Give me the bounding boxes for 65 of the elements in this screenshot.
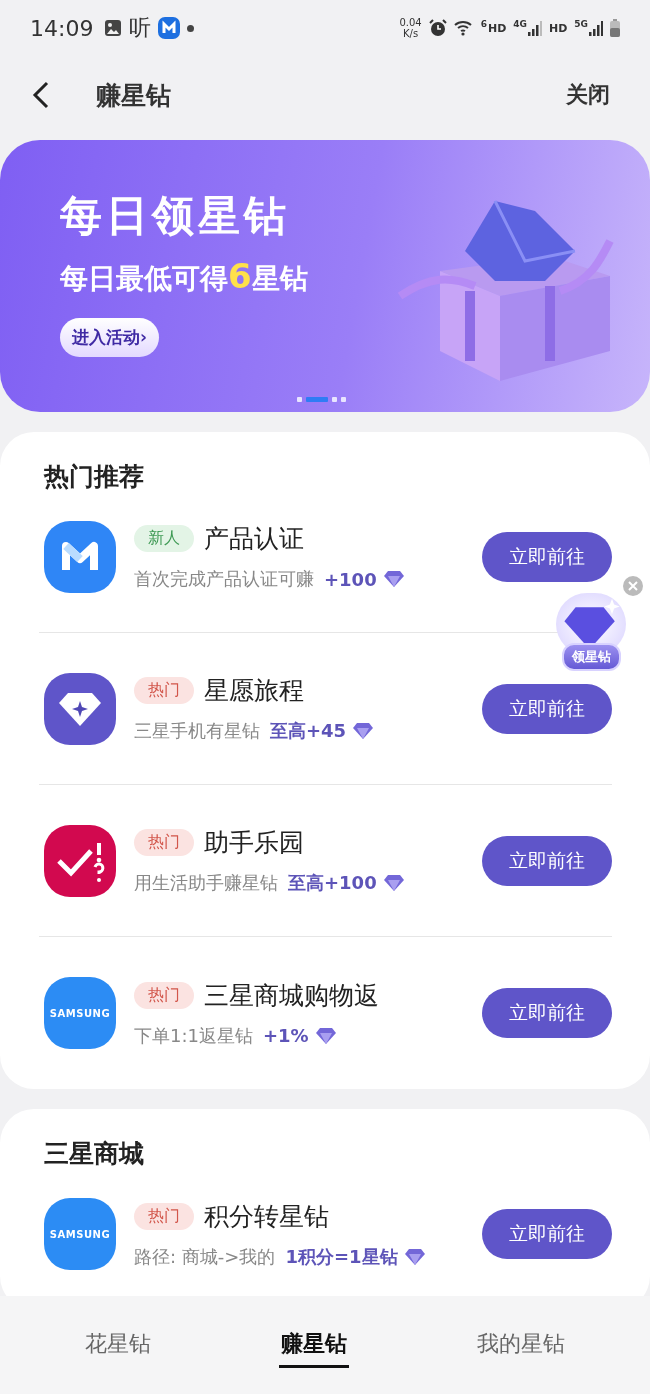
task-description: 三星手机有星钻 (134, 719, 260, 743)
app-glyph: 听 (129, 14, 152, 42)
tag-badge: 热门 (134, 981, 194, 1009)
alarm-icon (428, 19, 447, 37)
tag-badge: 热门 (134, 1202, 194, 1230)
status-time: 14:09 (30, 15, 94, 41)
diamond-icon (382, 874, 405, 892)
battery-icon (610, 19, 620, 37)
promo-banner[interactable]: 每日领星钻 每日最低可得6星钻 进入活动› (0, 140, 650, 412)
app-icon: SAMSUNG (44, 1198, 116, 1270)
notification-dot-icon (187, 24, 195, 32)
diamond-icon (352, 722, 375, 740)
bottom-tab[interactable]: 花星钻 (83, 1322, 153, 1368)
page-title: 赚星钻 (96, 79, 172, 112)
reward-amount: +100 (324, 568, 377, 590)
task-title: 积分转星钻 (204, 1200, 329, 1233)
task-description: 首次完成产品认证可赚 (134, 567, 314, 591)
image-icon (104, 19, 123, 37)
back-icon[interactable] (32, 81, 50, 109)
banner-subtitle: 每日最低可得6星钻 (60, 255, 308, 298)
banner-title: 每日领星钻 (60, 189, 290, 242)
wifi-speed-label: 6 (480, 19, 487, 29)
app-icon (44, 520, 116, 593)
task-title: 产品认证 (204, 523, 304, 555)
go-button[interactable]: 立即前往 (482, 1209, 612, 1259)
network-label: 4G (513, 19, 527, 29)
close-icon[interactable] (623, 576, 643, 596)
bottom-tab[interactable]: 赚星钻 (279, 1322, 349, 1368)
task-description: 用生活助手赚星钻 (134, 871, 278, 895)
app-icon (44, 824, 116, 897)
section-title: 热门推荐 (44, 461, 145, 493)
task-title: 助手乐园 (204, 827, 304, 859)
go-button[interactable]: 立即前往 (482, 835, 612, 886)
task-title: 三星商城购物返 (204, 979, 379, 1012)
wifi-icon (453, 19, 474, 37)
signal-icon (589, 20, 603, 36)
diamond-icon (314, 1026, 337, 1045)
diamond-icon (382, 570, 405, 588)
reward-amount: 1积分=1星钻 (285, 1244, 398, 1269)
signal-icon (528, 20, 542, 36)
section-title: 三星商城 (44, 1138, 145, 1170)
task-description: 下单1:1返星钻 (134, 1023, 253, 1048)
go-button[interactable]: 立即前往 (482, 683, 612, 734)
diamond-icon (403, 1247, 426, 1266)
tag-badge: 热门 (134, 677, 194, 704)
app-m-icon (158, 17, 181, 39)
enter-activity-button[interactable]: 进入活动› (60, 317, 159, 357)
network-label: 5G (574, 19, 588, 29)
reward-amount: 至高+45 (270, 719, 347, 743)
speed-value: 0.04 (399, 17, 422, 28)
bottom-tab[interactable]: 我的星钻 (475, 1322, 567, 1368)
task-title: 星愿旅程 (204, 675, 304, 707)
app-icon (44, 672, 116, 745)
task-description: 路径: 商城->我的 (134, 1244, 276, 1269)
tag-badge: 新人 (134, 525, 194, 552)
speed-unit: K/s (403, 28, 419, 39)
close-button[interactable]: 关闭 (566, 76, 610, 114)
hd-label: HD (549, 21, 568, 35)
go-button[interactable]: 立即前往 (482, 988, 612, 1038)
hd-label: HD (488, 21, 507, 35)
tag-badge: 热门 (134, 829, 194, 856)
reward-amount: 至高+100 (288, 871, 377, 895)
go-button[interactable]: 立即前往 (482, 531, 612, 582)
reward-amount: +1% (262, 1025, 309, 1046)
app-icon: SAMSUNG (44, 977, 116, 1049)
